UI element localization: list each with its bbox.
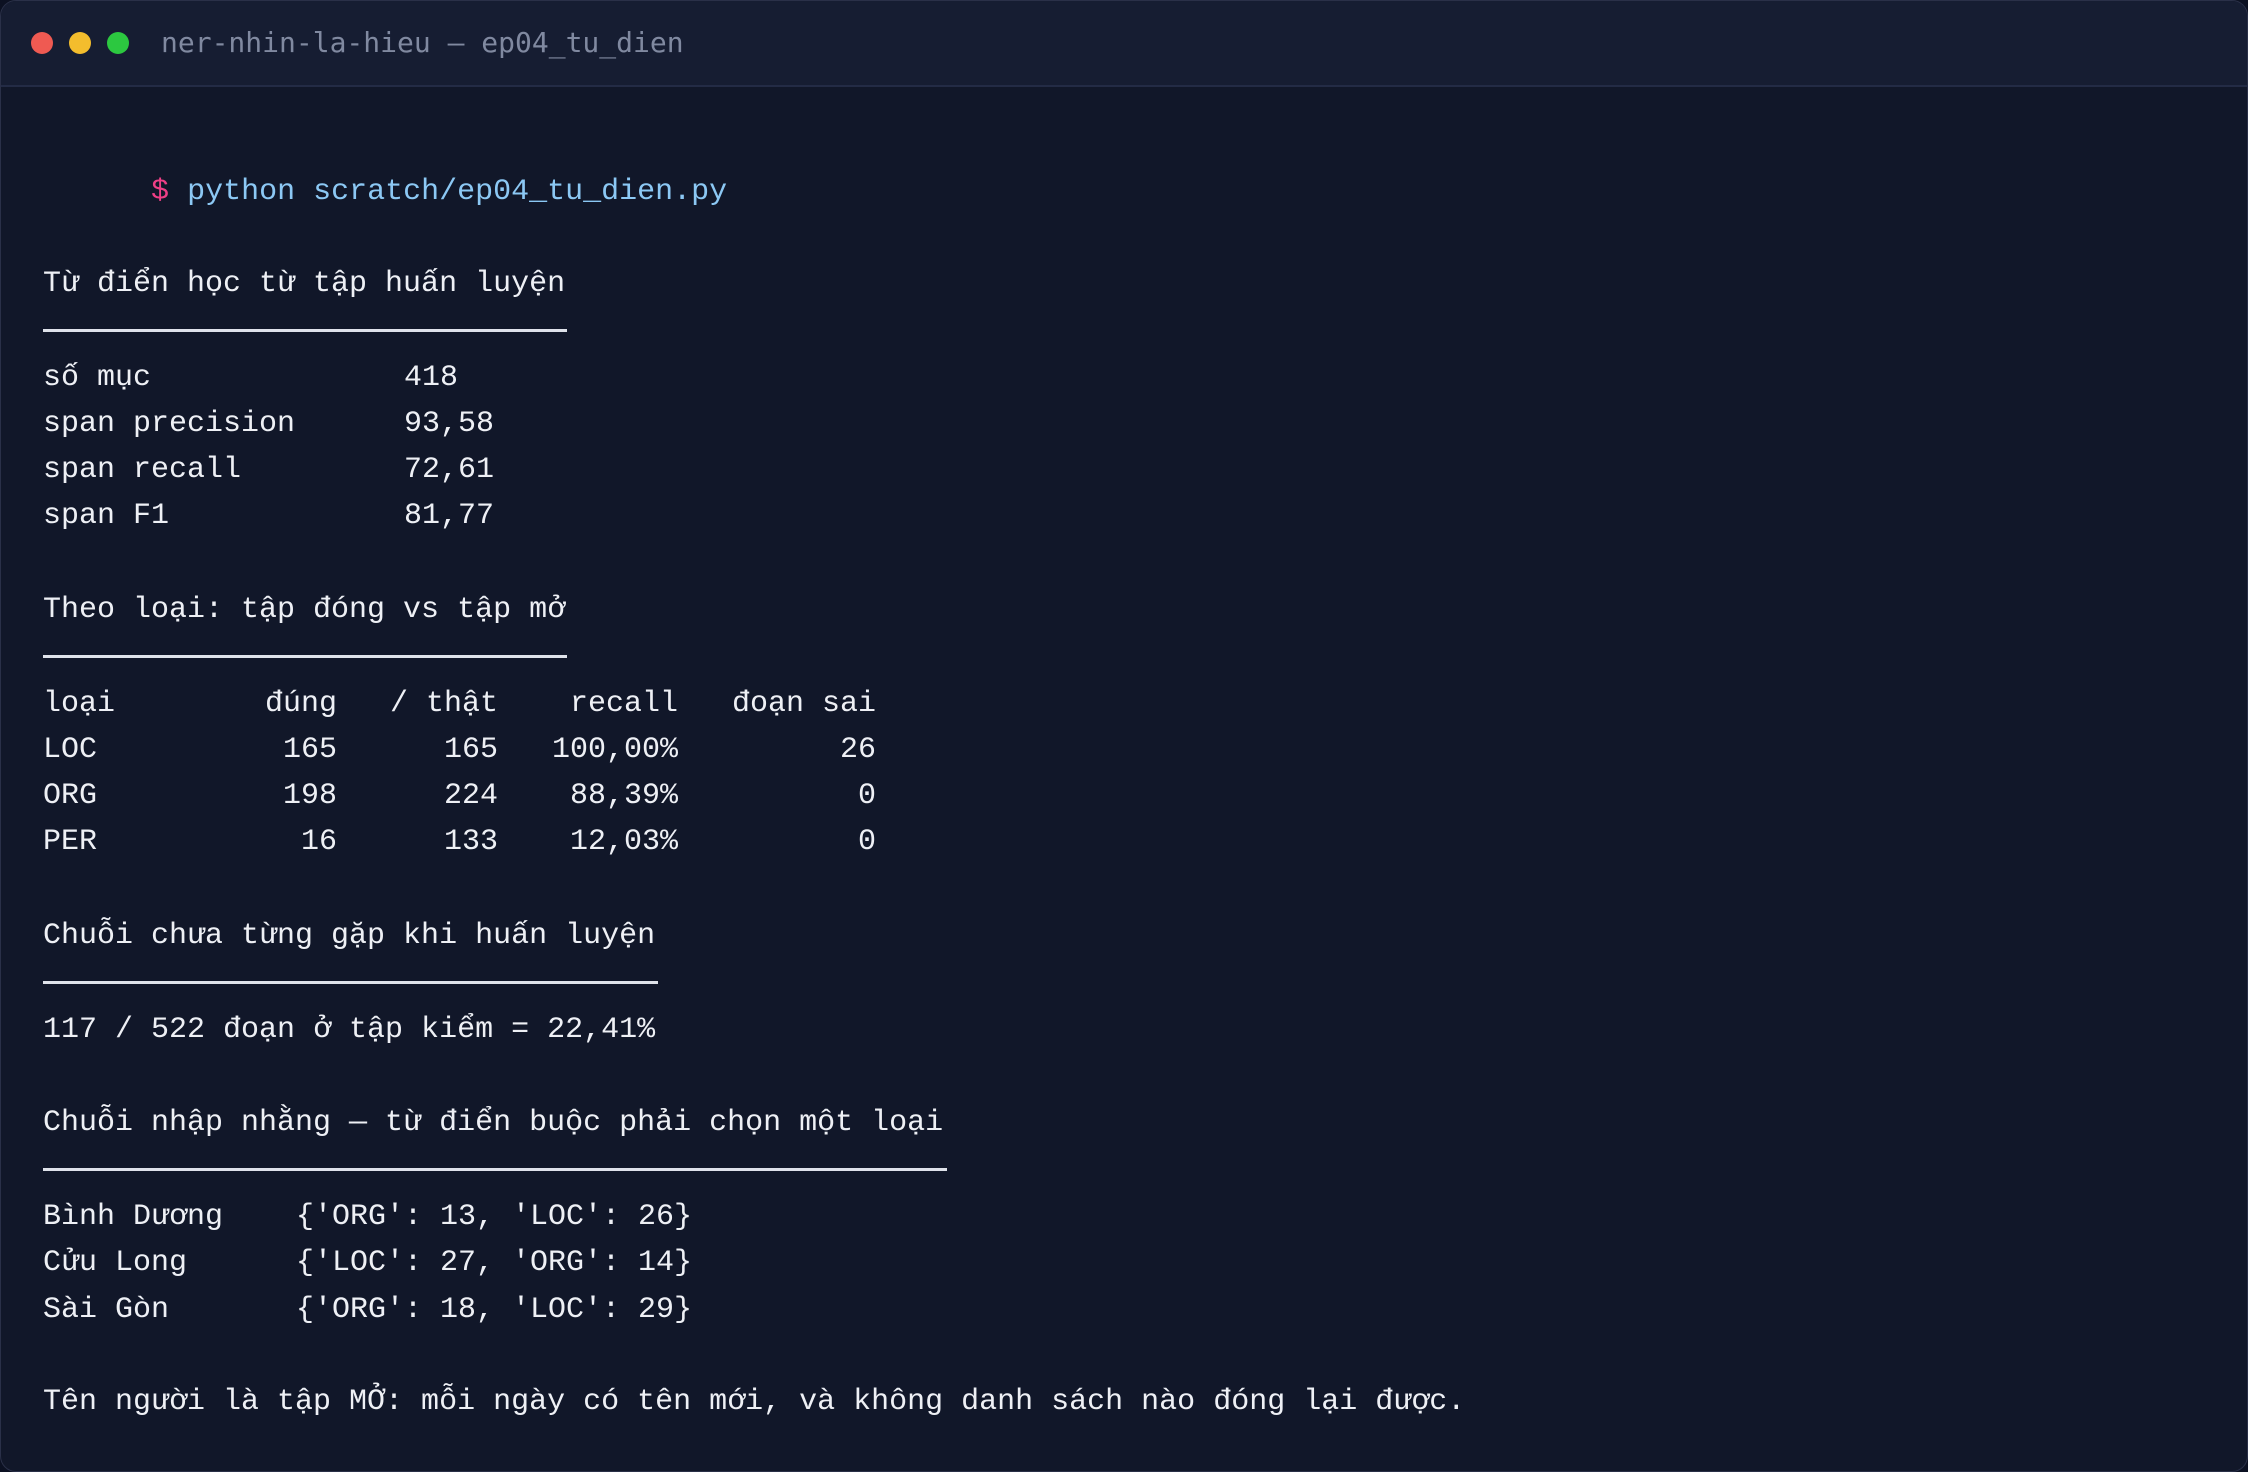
stat-value: 81,77 <box>404 499 495 533</box>
correct-cell: 16 <box>300 825 337 859</box>
section-heading-ambiguous: Chuỗi nhập nhằng — từ điển buộc phải chọ… <box>43 1106 944 1140</box>
stat-label: span precision <box>43 407 296 441</box>
maximize-button[interactable] <box>107 32 129 54</box>
table-row: LOC 165 165 100,00% 26 <box>43 727 876 773</box>
recall-cell: 100,00% <box>551 733 678 767</box>
type-cell: ORG <box>43 779 98 813</box>
correct-cell: 165 <box>282 733 337 767</box>
close-button[interactable] <box>31 32 53 54</box>
terminal-output[interactable]: $ python scratch/ep04_tu_dien.py Từ điển… <box>43 85 2247 1471</box>
type-cell: LOC <box>43 733 98 767</box>
stat-row: span precision 93,58 <box>43 401 643 447</box>
entity-name: Bình Dương <box>43 1200 224 1234</box>
window-title: ner-nhin-la-hieu — ep04_tu_dien <box>161 26 684 59</box>
recall-cell: 12,03% <box>569 825 678 859</box>
column-header: loại <box>43 687 116 721</box>
stat-label: số mục <box>43 361 152 395</box>
stat-value: 93,58 <box>404 407 495 441</box>
stat-row: span F1 81,77 <box>43 493 643 539</box>
wrong-cell: 26 <box>839 733 876 767</box>
wrong-cell: 0 <box>857 779 876 813</box>
stat-label: span F1 <box>43 499 170 533</box>
entity-counts: {'ORG': 13, 'LOC': 26} <box>296 1200 693 1234</box>
stat-value: 418 <box>404 361 459 395</box>
total-cell: 133 <box>443 825 498 859</box>
column-header: đoạn sai <box>731 687 876 721</box>
unseen-summary: 117 / 522 đoạn ở tập kiểm = 22,41% <box>43 1013 656 1047</box>
section-divider <box>43 1168 947 1171</box>
conclusion-line: Tên người là tập MỞ: mỗi ngày có tên mới… <box>43 1385 1466 1419</box>
ambiguous-row: Sài Gòn {'ORG': 18, 'LOC': 29} <box>43 1287 843 1333</box>
section-heading-by-type: Theo loại: tập đóng vs tập mở <box>43 593 566 627</box>
command-text: python scratch/ep04_tu_dien.py <box>187 175 728 209</box>
recall-cell: 88,39% <box>569 779 678 813</box>
minimize-button[interactable] <box>69 32 91 54</box>
terminal-window: ner-nhin-la-hieu — ep04_tu_dien $ python… <box>0 0 2248 1472</box>
table-row: ORG 198 224 88,39% 0 <box>43 773 876 819</box>
column-header: đúng <box>264 687 337 721</box>
type-cell: PER <box>43 825 98 859</box>
section-divider <box>43 981 658 984</box>
entity-name: Cửu Long <box>43 1246 188 1280</box>
table-row: PER 16 133 12,03% 0 <box>43 819 876 865</box>
entity-name: Sài Gòn <box>43 1293 170 1327</box>
entity-counts: {'ORG': 18, 'LOC': 29} <box>296 1293 693 1327</box>
ambiguous-row: Bình Dương {'ORG': 13, 'LOC': 26} <box>43 1194 843 1240</box>
section-divider <box>43 655 567 658</box>
entity-counts: {'LOC': 27, 'ORG': 14} <box>296 1246 693 1280</box>
stat-value: 72,61 <box>404 453 495 487</box>
correct-cell: 198 <box>282 779 337 813</box>
stat-label: span recall <box>43 453 242 487</box>
column-header: / thật <box>389 687 498 721</box>
stat-row: số mục 418 <box>43 355 643 401</box>
stat-row: span recall 72,61 <box>43 447 643 493</box>
table-header: loại đúng / thật recall đoạn sai <box>43 681 876 727</box>
total-cell: 224 <box>443 779 498 813</box>
section-heading-unseen: Chuỗi chưa từng gặp khi huấn luyện <box>43 919 656 953</box>
prompt-symbol: $ <box>151 175 170 209</box>
total-cell: 165 <box>443 733 498 767</box>
section-divider <box>43 329 567 332</box>
prompt-line: $ python scratch/ep04_tu_dien.py <box>43 123 727 209</box>
title-bar: ner-nhin-la-hieu — ep04_tu_dien <box>1 1 2247 87</box>
column-header: recall <box>569 687 678 721</box>
ambiguous-row: Cửu Long {'LOC': 27, 'ORG': 14} <box>43 1240 843 1286</box>
section-heading-dictionary: Từ điển học từ tập huấn luyện <box>43 267 566 301</box>
wrong-cell: 0 <box>857 825 876 859</box>
